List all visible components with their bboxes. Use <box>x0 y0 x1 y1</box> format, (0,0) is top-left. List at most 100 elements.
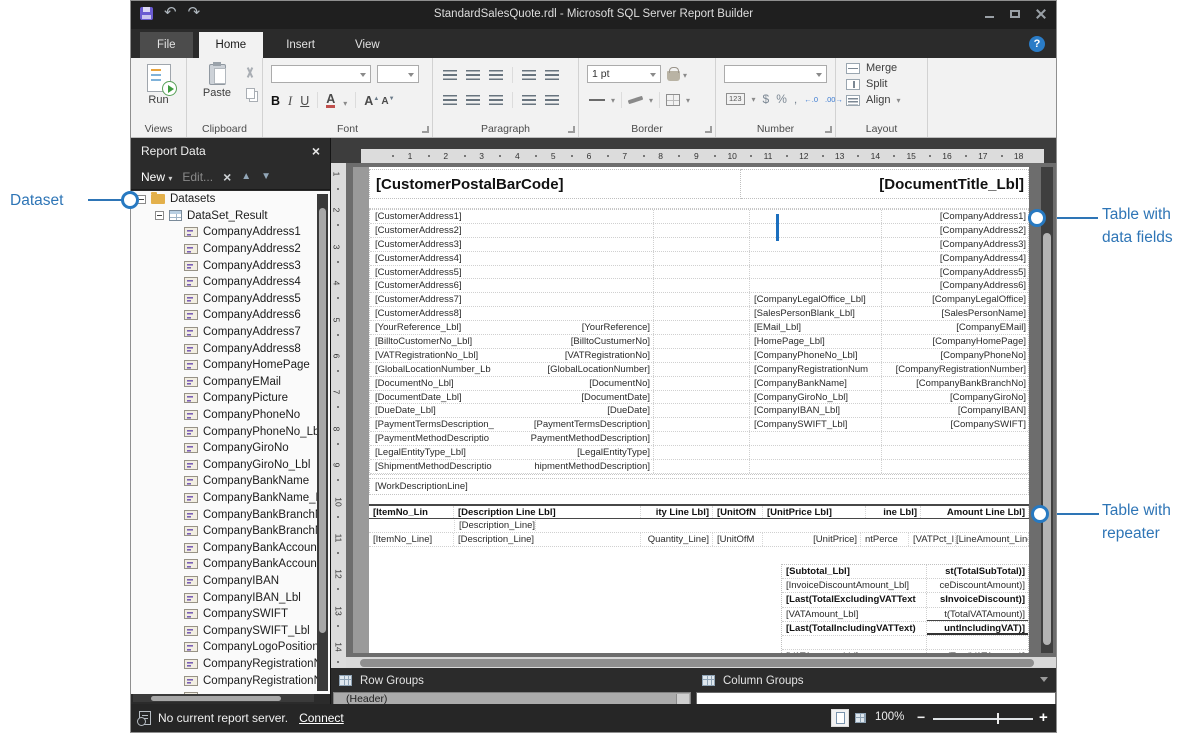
report-cell[interactable] <box>750 446 882 459</box>
tree-node-field[interactable]: CompanyAddress7 <box>131 324 330 341</box>
zoom-in-icon[interactable]: + <box>1039 709 1048 726</box>
report-cell[interactable]: [VATAmount_Lbl] <box>782 608 927 621</box>
report-cell[interactable]: sInvoiceDiscount)] <box>927 593 1028 606</box>
report-cell[interactable]: [CompanyBankName] <box>750 377 882 390</box>
report-cell[interactable]: [EMail_Lbl] <box>750 321 882 334</box>
report-cell[interactable] <box>520 266 653 279</box>
report-cell[interactable]: [VATRegistrationNo] <box>520 349 653 362</box>
report-cell[interactable]: [UnitPrice] <box>763 533 861 546</box>
align-right-icon[interactable] <box>489 95 503 106</box>
tree-node-field[interactable]: CompanyBankAccoun <box>131 556 330 573</box>
panel-close-icon[interactable]: × <box>312 144 320 158</box>
report-cell[interactable] <box>653 293 750 306</box>
fill-color-icon[interactable] <box>667 71 680 81</box>
align-bottom-icon[interactable] <box>489 70 503 81</box>
report-cell[interactable]: ceDiscountAmount)] <box>927 579 1028 592</box>
report-cell[interactable]: [CompanySWIFT_Lbl] <box>750 418 882 431</box>
report-cell[interactable] <box>750 432 882 445</box>
shrink-font-button[interactable]: A▼ <box>381 95 388 108</box>
tree-vertical-scrollbar[interactable] <box>317 194 328 691</box>
report-cell[interactable]: [CompanyAddress2] <box>882 224 1029 237</box>
increase-indent-icon[interactable] <box>545 70 559 81</box>
report-cell[interactable]: [CompanyGiroNo_Lbl] <box>750 391 882 404</box>
document-title-cell[interactable]: [DocumentTitle_Lbl] <box>741 169 1029 199</box>
tree-node-field[interactable]: CompanyEMail <box>131 374 330 391</box>
report-cell[interactable]: [BilltoCustomerNo_Lbl] <box>370 335 520 348</box>
currency-icon[interactable]: $ <box>763 93 770 105</box>
report-cell[interactable]: [PaymentTermsDescription_ <box>370 418 520 431</box>
font-color-dropdown-icon[interactable]: ▾ <box>343 99 347 108</box>
report-cell[interactable]: [CustomerAddress6] <box>370 279 520 292</box>
report-cell[interactable] <box>750 252 882 265</box>
report-cell[interactable] <box>653 363 750 376</box>
report-cell[interactable] <box>653 224 750 237</box>
report-cell[interactable]: [CustomerAddress3] <box>370 238 520 251</box>
report-cell[interactable]: [BilltoCustumerNo] <box>520 335 653 348</box>
item-header-cell[interactable]: ine Lbl] <box>866 506 921 518</box>
tree-node-field[interactable]: CompanyAddress5 <box>131 291 330 308</box>
item-header-cell[interactable]: [ItemNo_Lin <box>369 506 454 518</box>
report-cell[interactable]: t(TotalVATAmount)] <box>927 608 1028 621</box>
report-cell[interactable] <box>653 279 750 292</box>
report-cell[interactable]: [DueDate] <box>520 404 653 417</box>
tree-node-field[interactable]: CompanyGiroNo_Lbl <box>131 457 330 474</box>
tree-node-field[interactable]: CompanyBankBranchN <box>131 523 330 540</box>
connect-link[interactable]: Connect <box>299 711 344 725</box>
report-cell[interactable] <box>653 377 750 390</box>
underline-button[interactable]: U <box>300 95 309 108</box>
report-cell[interactable] <box>653 418 750 431</box>
item-header-cell[interactable]: [UnitPrice Lbl] <box>763 506 866 518</box>
report-cell[interactable]: t(TotalVATAmount)] <box>927 650 1028 653</box>
report-cell[interactable] <box>653 349 750 362</box>
report-cell[interactable]: [Last(TotalIncludingVATText) <box>782 622 927 635</box>
help-icon[interactable]: ? <box>1029 36 1045 52</box>
tree-node-field[interactable]: CompanySWIFT <box>131 606 330 623</box>
report-cell[interactable]: [UnitOfM <box>713 533 763 546</box>
zoom-out-icon[interactable]: − <box>917 709 925 725</box>
tree-node-field[interactable]: CompanyAddress6 <box>131 307 330 324</box>
report-cell[interactable]: [CompanyPhoneNo_Lbl] <box>750 349 882 362</box>
bold-button[interactable]: B <box>271 95 280 108</box>
tree-node-field[interactable]: CompanyLogoPosition <box>131 639 330 656</box>
design-canvas[interactable]: [CustomerPostalBarCode] [DocumentTitle_L… <box>346 163 1056 668</box>
report-cell[interactable]: [LegalEntityType] <box>520 446 653 459</box>
scrollbar-thumb[interactable] <box>1043 233 1051 645</box>
report-cell[interactable] <box>653 335 750 348</box>
report-cell[interactable]: [CustomerAddress2] <box>370 224 520 237</box>
run-button[interactable]: Run <box>133 58 185 106</box>
increase-decimal-icon[interactable]: ←.0 <box>804 95 818 104</box>
tree-node-dataset-result[interactable]: DataSet_Result <box>131 208 330 225</box>
close-icon[interactable] <box>1036 9 1046 19</box>
report-cell[interactable] <box>750 279 882 292</box>
item-header-cell[interactable]: ity Line Lbl] <box>641 506 713 518</box>
paste-button[interactable]: Paste <box>191 58 243 99</box>
paragraph-dialog-launcher-icon[interactable] <box>568 126 575 133</box>
report-cell[interactable]: [Subtotal_Lbl] <box>782 565 927 578</box>
tree-node-field[interactable]: CompanyHomePage <box>131 357 330 374</box>
report-cell[interactable] <box>782 636 927 649</box>
report-cell[interactable] <box>882 432 1029 445</box>
report-page[interactable]: [CustomerPostalBarCode] [DocumentTitle_L… <box>369 167 1029 653</box>
tree-node-field[interactable]: CompanyPhoneNo_Lb <box>131 423 330 440</box>
border-width-select[interactable]: 1 pt <box>587 65 661 83</box>
report-cell[interactable]: st(TotalSubTotal)] <box>927 565 1028 578</box>
tree-node-field[interactable]: CompanyRegistrationN <box>131 656 330 673</box>
report-cell[interactable]: [CompanyPhoneNo] <box>882 349 1029 362</box>
report-cell[interactable]: [CompanyHomePage] <box>882 335 1029 348</box>
grouping-options-dropdown-icon[interactable] <box>1040 677 1048 686</box>
tree-node-datasets[interactable]: Datasets <box>131 191 330 208</box>
tree-node-field[interactable]: CompanyBankAccoun <box>131 539 330 556</box>
copy-icon[interactable] <box>246 88 255 99</box>
report-cell[interactable] <box>653 238 750 251</box>
report-cell[interactable]: [DocumentNo_Lbl] <box>370 377 520 390</box>
move-down-icon[interactable]: ▼ <box>261 171 271 182</box>
report-cell[interactable]: [CompanySWIFT] <box>882 418 1029 431</box>
edit-button[interactable]: Edit... <box>182 170 213 184</box>
customer-postal-barcode-cell[interactable]: [CustomerPostalBarCode] <box>369 169 741 199</box>
report-cell[interactable]: [CompanyAddress6] <box>882 279 1029 292</box>
report-cell[interactable]: [CustomerAddress4] <box>370 252 520 265</box>
scrollbar-thumb[interactable] <box>151 696 281 701</box>
report-cell[interactable]: [CustomerAddress1] <box>370 210 520 223</box>
align-top-icon[interactable] <box>443 70 457 81</box>
report-cell[interactable]: [DocumentNo] <box>520 377 653 390</box>
